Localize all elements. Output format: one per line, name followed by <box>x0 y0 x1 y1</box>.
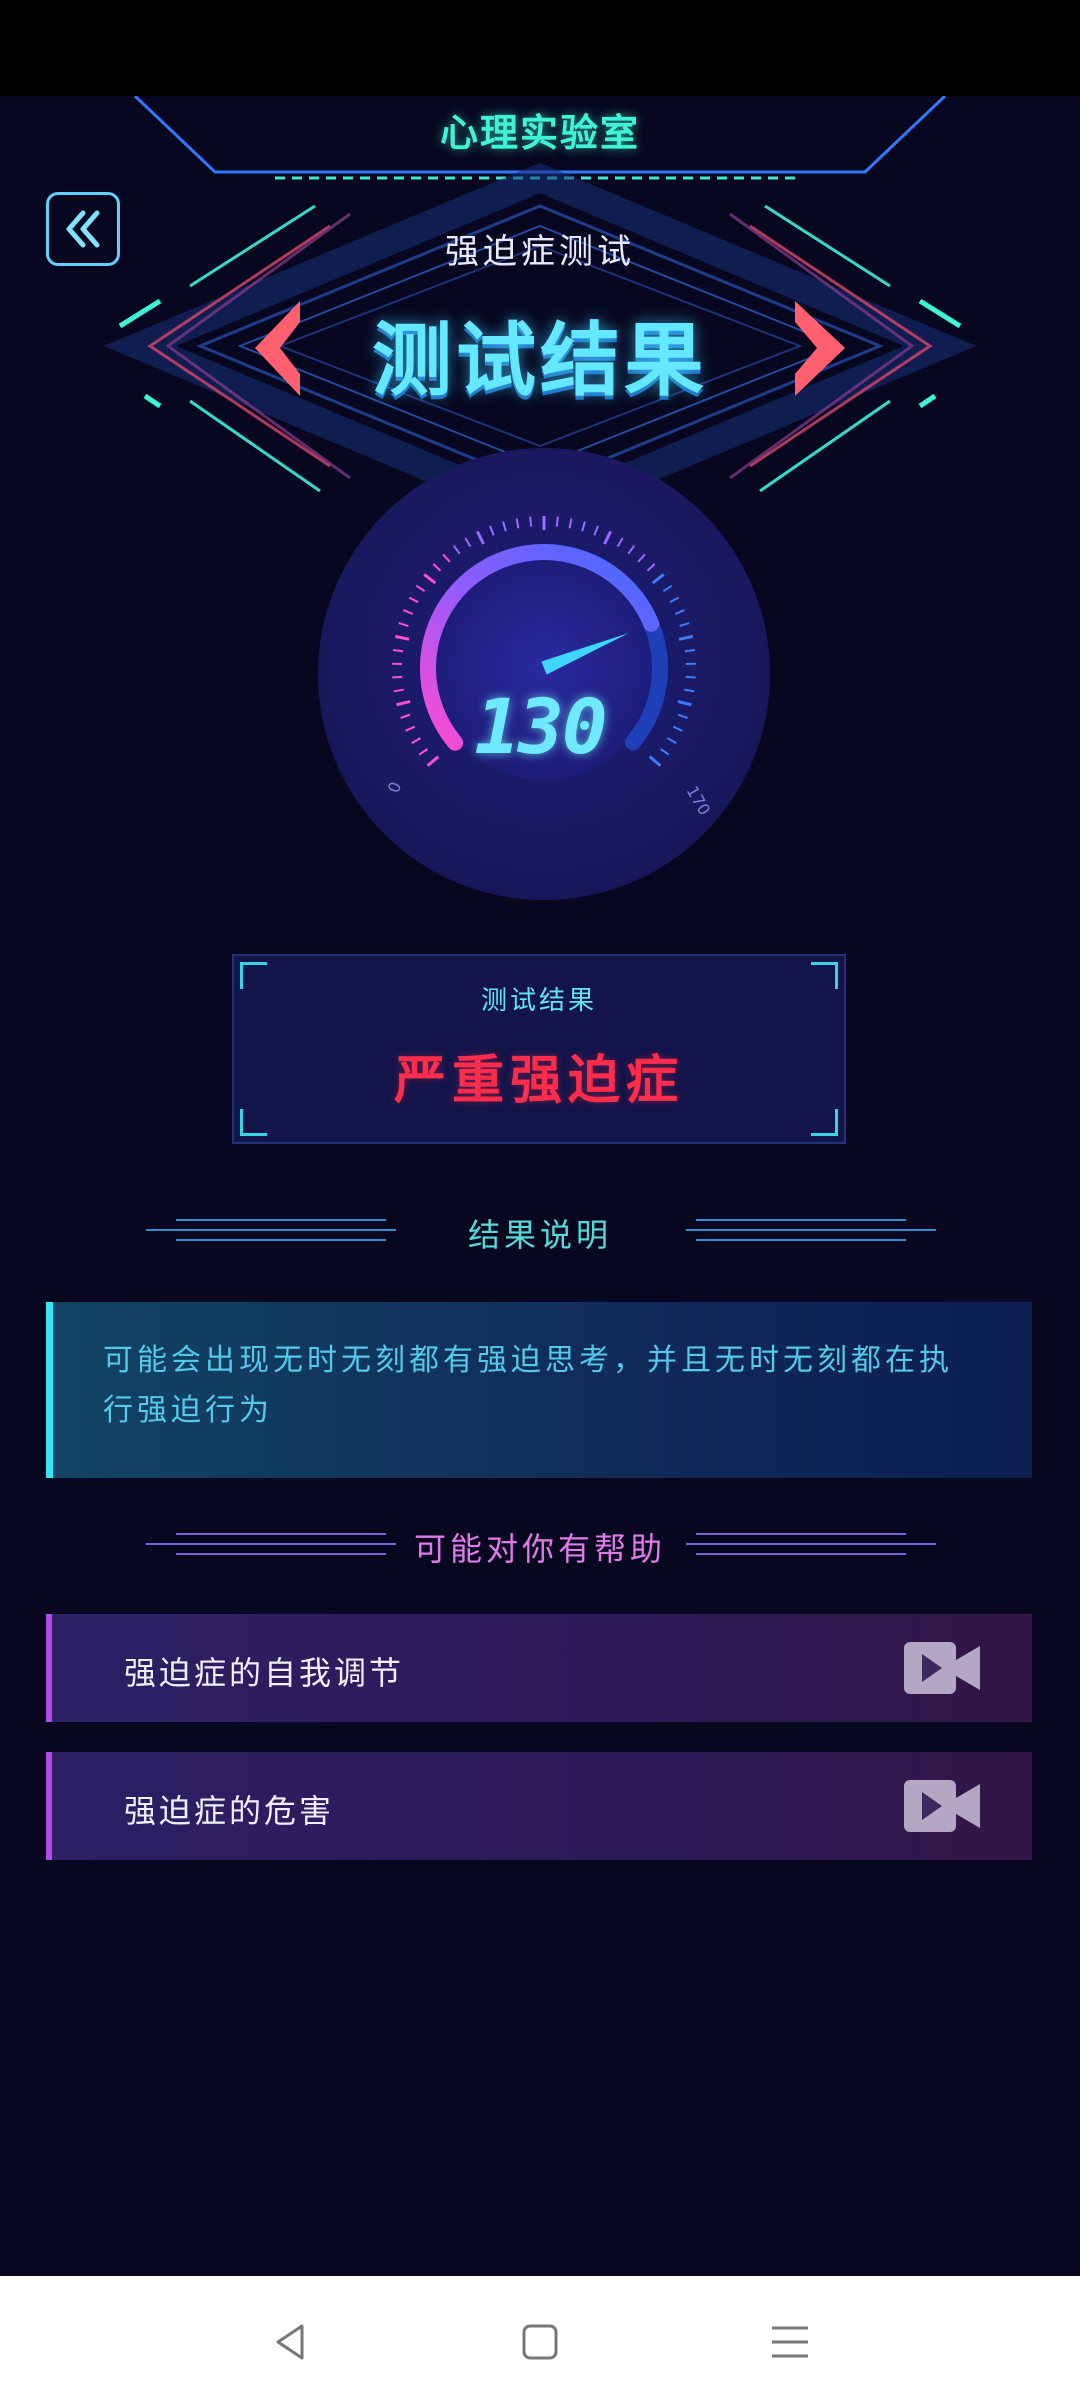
help-item-label: 强迫症的危害 <box>124 1792 335 1830</box>
test-name: 强迫症测试 <box>445 232 635 272</box>
result-heading: 测试结果 <box>372 314 708 407</box>
result-box: 测试结果 严重强迫症 <box>232 954 846 1144</box>
result-value: 严重强迫症 <box>393 1051 684 1111</box>
square-home-icon <box>522 2324 558 2360</box>
nav-home-button[interactable] <box>510 2312 570 2372</box>
gauge-min-label: 0 <box>384 779 405 795</box>
gauge-tick <box>392 675 403 679</box>
triangle-back-icon <box>276 2324 304 2360</box>
gauge-tick <box>555 516 559 527</box>
gauge-max-label: 170 <box>683 783 715 819</box>
menu-lines-icon <box>772 2326 808 2358</box>
explanation-text: 可能会出现无时无刻都有强迫思考，并且无时无刻都在执行强迫行为 <box>103 1343 953 1428</box>
gauge-score-value: 130 <box>474 682 607 771</box>
section-divider-right <box>686 1533 936 1555</box>
help-item-label: 强迫症的自我调节 <box>124 1654 405 1692</box>
corner-decoration <box>240 1109 267 1136</box>
lab-title: 心理实验室 <box>439 111 640 155</box>
system-navigation-bar <box>0 2276 1080 2408</box>
corner-decoration <box>811 1109 838 1136</box>
video-camera-icon <box>904 1642 980 1694</box>
video-camera-icon <box>904 1780 980 1832</box>
gauge-tick <box>684 649 696 653</box>
score-gauge: 0 170 <box>384 516 715 819</box>
nav-menu-button[interactable] <box>760 2312 820 2372</box>
status-bar <box>0 0 1080 96</box>
gauge-tick <box>685 675 696 679</box>
gauge-tick <box>529 516 533 527</box>
app-screen: 心理实验室 强迫症测试 测试结果 0 170 130 测试结果 严重强迫症 结果… <box>0 96 1080 2276</box>
help-item-harm[interactable]: 强迫症的危害 <box>46 1752 1032 1860</box>
section-divider-right <box>686 1219 936 1241</box>
nav-back-button[interactable] <box>260 2312 320 2372</box>
explanation-card: 可能会出现无时无刻都有强迫思考，并且无时无刻都在执行强迫行为 <box>46 1302 1032 1478</box>
gauge-tick <box>392 649 404 653</box>
result-label: 测试结果 <box>480 986 597 1016</box>
help-item-self-regulation[interactable]: 强迫症的自我调节 <box>46 1614 1032 1722</box>
